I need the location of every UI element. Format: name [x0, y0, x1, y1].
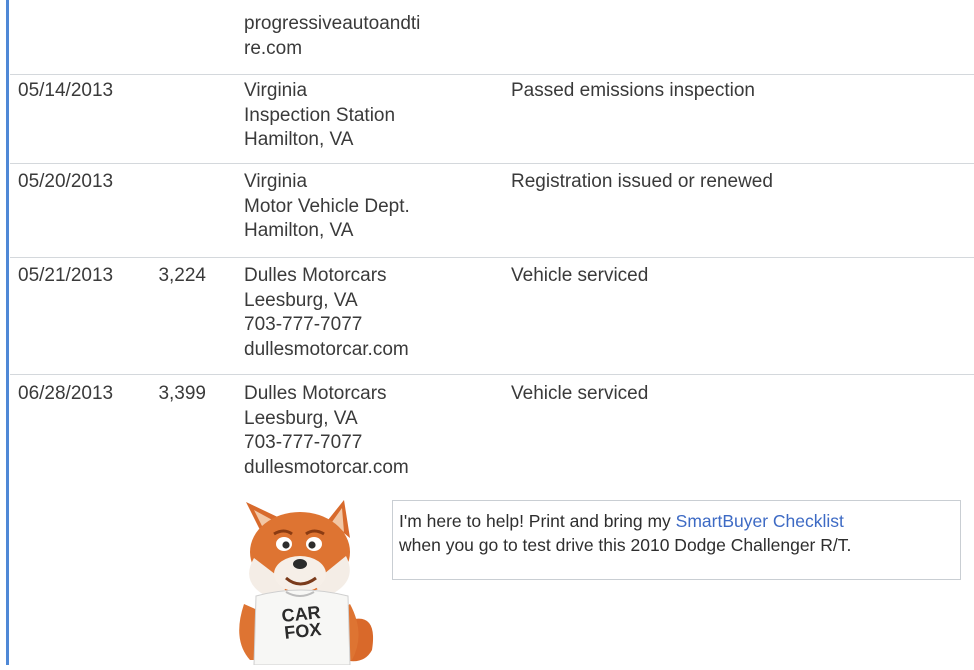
- detail-cell: Vehicle serviced: [511, 383, 649, 404]
- detail-cell: Registration issued or renewed: [511, 171, 773, 192]
- source-line: dullesmotorcar.com: [244, 338, 409, 360]
- carfox-mascot-icon: CAR FOX: [232, 500, 380, 666]
- tip-text: I'm here to help! Print and bring my: [399, 511, 676, 531]
- history-row: 05/14/2013 Virginia Inspection Station H…: [10, 74, 974, 164]
- source-line: Dulles Motorcars: [244, 383, 387, 404]
- history-row: 06/28/2013 3,399 Dulles Motorcars Leesbu…: [10, 374, 974, 492]
- source-line: Virginia: [244, 80, 308, 101]
- date-cell: 05/20/2013: [18, 171, 114, 192]
- source-cell: Dulles Motorcars Leesburg, VA 703-777-70…: [244, 264, 409, 362]
- history-row: progressiveautoandti re.com: [10, 0, 974, 75]
- source-line: Motor Vehicle Dept.: [244, 195, 410, 217]
- smartbuyer-checklist-link[interactable]: SmartBuyer Checklist: [676, 511, 844, 531]
- source-cell: Virginia Motor Vehicle Dept. Hamilton, V…: [244, 170, 410, 244]
- odometer-cell: 3,224: [158, 265, 206, 286]
- source-line: Hamilton, VA: [244, 220, 354, 241]
- source-line: Hamilton, VA: [244, 129, 354, 150]
- source-line: re.com: [244, 37, 303, 59]
- left-accent-rule: [6, 0, 9, 665]
- history-row: 05/20/2013 Virginia Motor Vehicle Dept. …: [10, 163, 974, 258]
- detail-cell: Vehicle serviced: [511, 265, 649, 286]
- source-line: Dulles Motorcars: [244, 265, 387, 286]
- source-line: Inspection Station: [244, 104, 396, 126]
- history-row: 05/21/2013 3,224 Dulles Motorcars Leesbu…: [10, 257, 974, 375]
- odometer-cell: 3,399: [158, 383, 206, 404]
- source-line: progressiveautoandti: [244, 13, 421, 34]
- source-line: Virginia: [244, 171, 308, 192]
- detail-cell: Passed emissions inspection: [511, 80, 755, 101]
- source-line: Leesburg, VA: [244, 289, 358, 311]
- source-cell: progressiveautoandti re.com: [244, 12, 420, 61]
- source-line: dullesmotorcar.com: [244, 456, 409, 478]
- source-cell: Virginia Inspection Station Hamilton, VA: [244, 79, 395, 153]
- source-line: 703-777-7077: [244, 432, 363, 453]
- source-line: 703-777-7077: [244, 314, 363, 335]
- date-cell: 05/14/2013: [18, 80, 114, 101]
- tip-box: I'm here to help! Print and bring my Sma…: [392, 500, 961, 580]
- date-cell: 06/28/2013: [18, 383, 114, 404]
- tip-text-continued: when you go to test drive this 2010 Dodg…: [399, 535, 852, 555]
- source-cell: Dulles Motorcars Leesburg, VA 703-777-70…: [244, 382, 409, 480]
- date-cell: 05/21/2013: [18, 265, 114, 286]
- source-line: Leesburg, VA: [244, 407, 358, 429]
- mascot-shirt-text: CAR FOX: [268, 602, 335, 644]
